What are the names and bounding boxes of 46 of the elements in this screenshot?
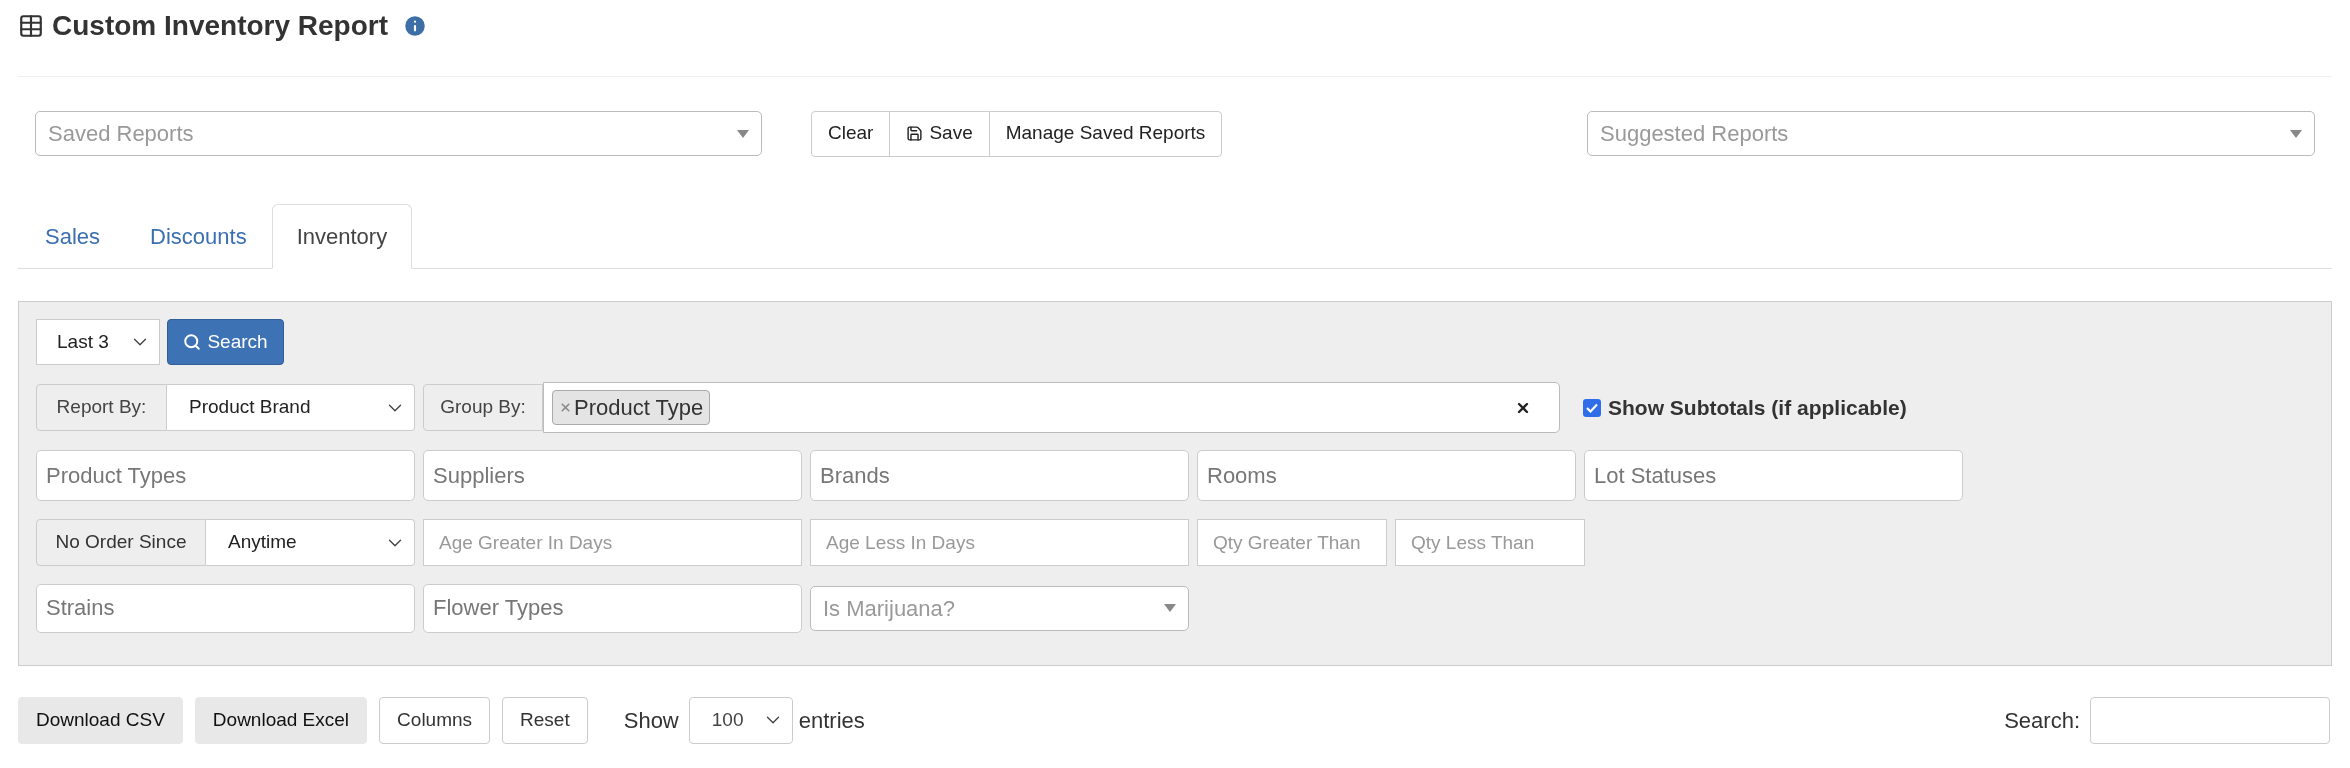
group-by-field[interactable]: Product Type — [543, 382, 1560, 433]
input-field[interactable]: Suppliers — [423, 450, 802, 501]
table-button[interactable]: Reset — [502, 696, 588, 744]
entries-label: entries — [798, 706, 865, 735]
period-select[interactable]: Last 3 — [36, 319, 160, 365]
tab[interactable]: Inventory — [271, 204, 413, 269]
group-tag[interactable]: Product Type — [552, 390, 711, 425]
table-button[interactable]: Download CSV — [18, 696, 183, 744]
dropdown-caret-icon — [1164, 604, 1176, 612]
checkbox-label: Show Subtotals (if applicable) — [1608, 394, 1907, 421]
checkbox[interactable] — [1583, 398, 1601, 417]
checkmark-icon — [1586, 402, 1598, 413]
toolbar-button[interactable]: Manage Saved Reports — [988, 110, 1223, 157]
remove-icon[interactable] — [559, 401, 572, 414]
field-label: No Order Since — [36, 519, 206, 566]
no-order-select[interactable]: Anytime — [206, 519, 415, 566]
table-button[interactable]: Columns — [379, 696, 491, 744]
search-icon — [183, 333, 202, 351]
input-field[interactable]: Qty Greater Than — [1197, 519, 1387, 566]
toolbar-button[interactable]: Clear — [811, 110, 891, 157]
report-by-select[interactable]: Product Brand — [167, 384, 415, 431]
input-field[interactable]: Brands — [810, 450, 1189, 501]
field-label: Group By: — [423, 384, 543, 431]
search-field[interactable] — [2090, 696, 2330, 744]
input-field[interactable]: Age Greater In Days — [423, 519, 802, 566]
search-button[interactable]: Search — [167, 319, 284, 365]
tab[interactable]: Discounts — [125, 204, 272, 269]
show-label: Show — [623, 706, 679, 735]
table-button[interactable]: Download Excel — [194, 696, 368, 744]
toolbar-button[interactable]: Save — [889, 110, 990, 157]
input-field[interactable]: Lot Statuses — [1584, 450, 1963, 501]
page-title: Custom Inventory Report — [52, 9, 389, 43]
field-label: Report By: — [36, 384, 167, 431]
dropdown-caret-icon — [737, 129, 749, 138]
save-icon — [906, 125, 924, 142]
input-field[interactable]: Strains — [36, 583, 415, 633]
dropdown-caret-icon — [2290, 129, 2302, 138]
input-field[interactable]: Rooms — [1197, 450, 1576, 501]
tab[interactable]: Sales — [20, 204, 126, 269]
input-field[interactable]: Age Less In Days — [810, 519, 1189, 566]
input-field[interactable]: Qty Less Than — [1395, 519, 1585, 566]
input-field[interactable]: Flower Types — [423, 583, 802, 633]
search-label: Search: — [2004, 706, 2080, 735]
page-size-select[interactable]: 100 — [688, 696, 793, 744]
table-icon — [18, 13, 44, 39]
input-field[interactable]: Product Types — [36, 450, 415, 501]
